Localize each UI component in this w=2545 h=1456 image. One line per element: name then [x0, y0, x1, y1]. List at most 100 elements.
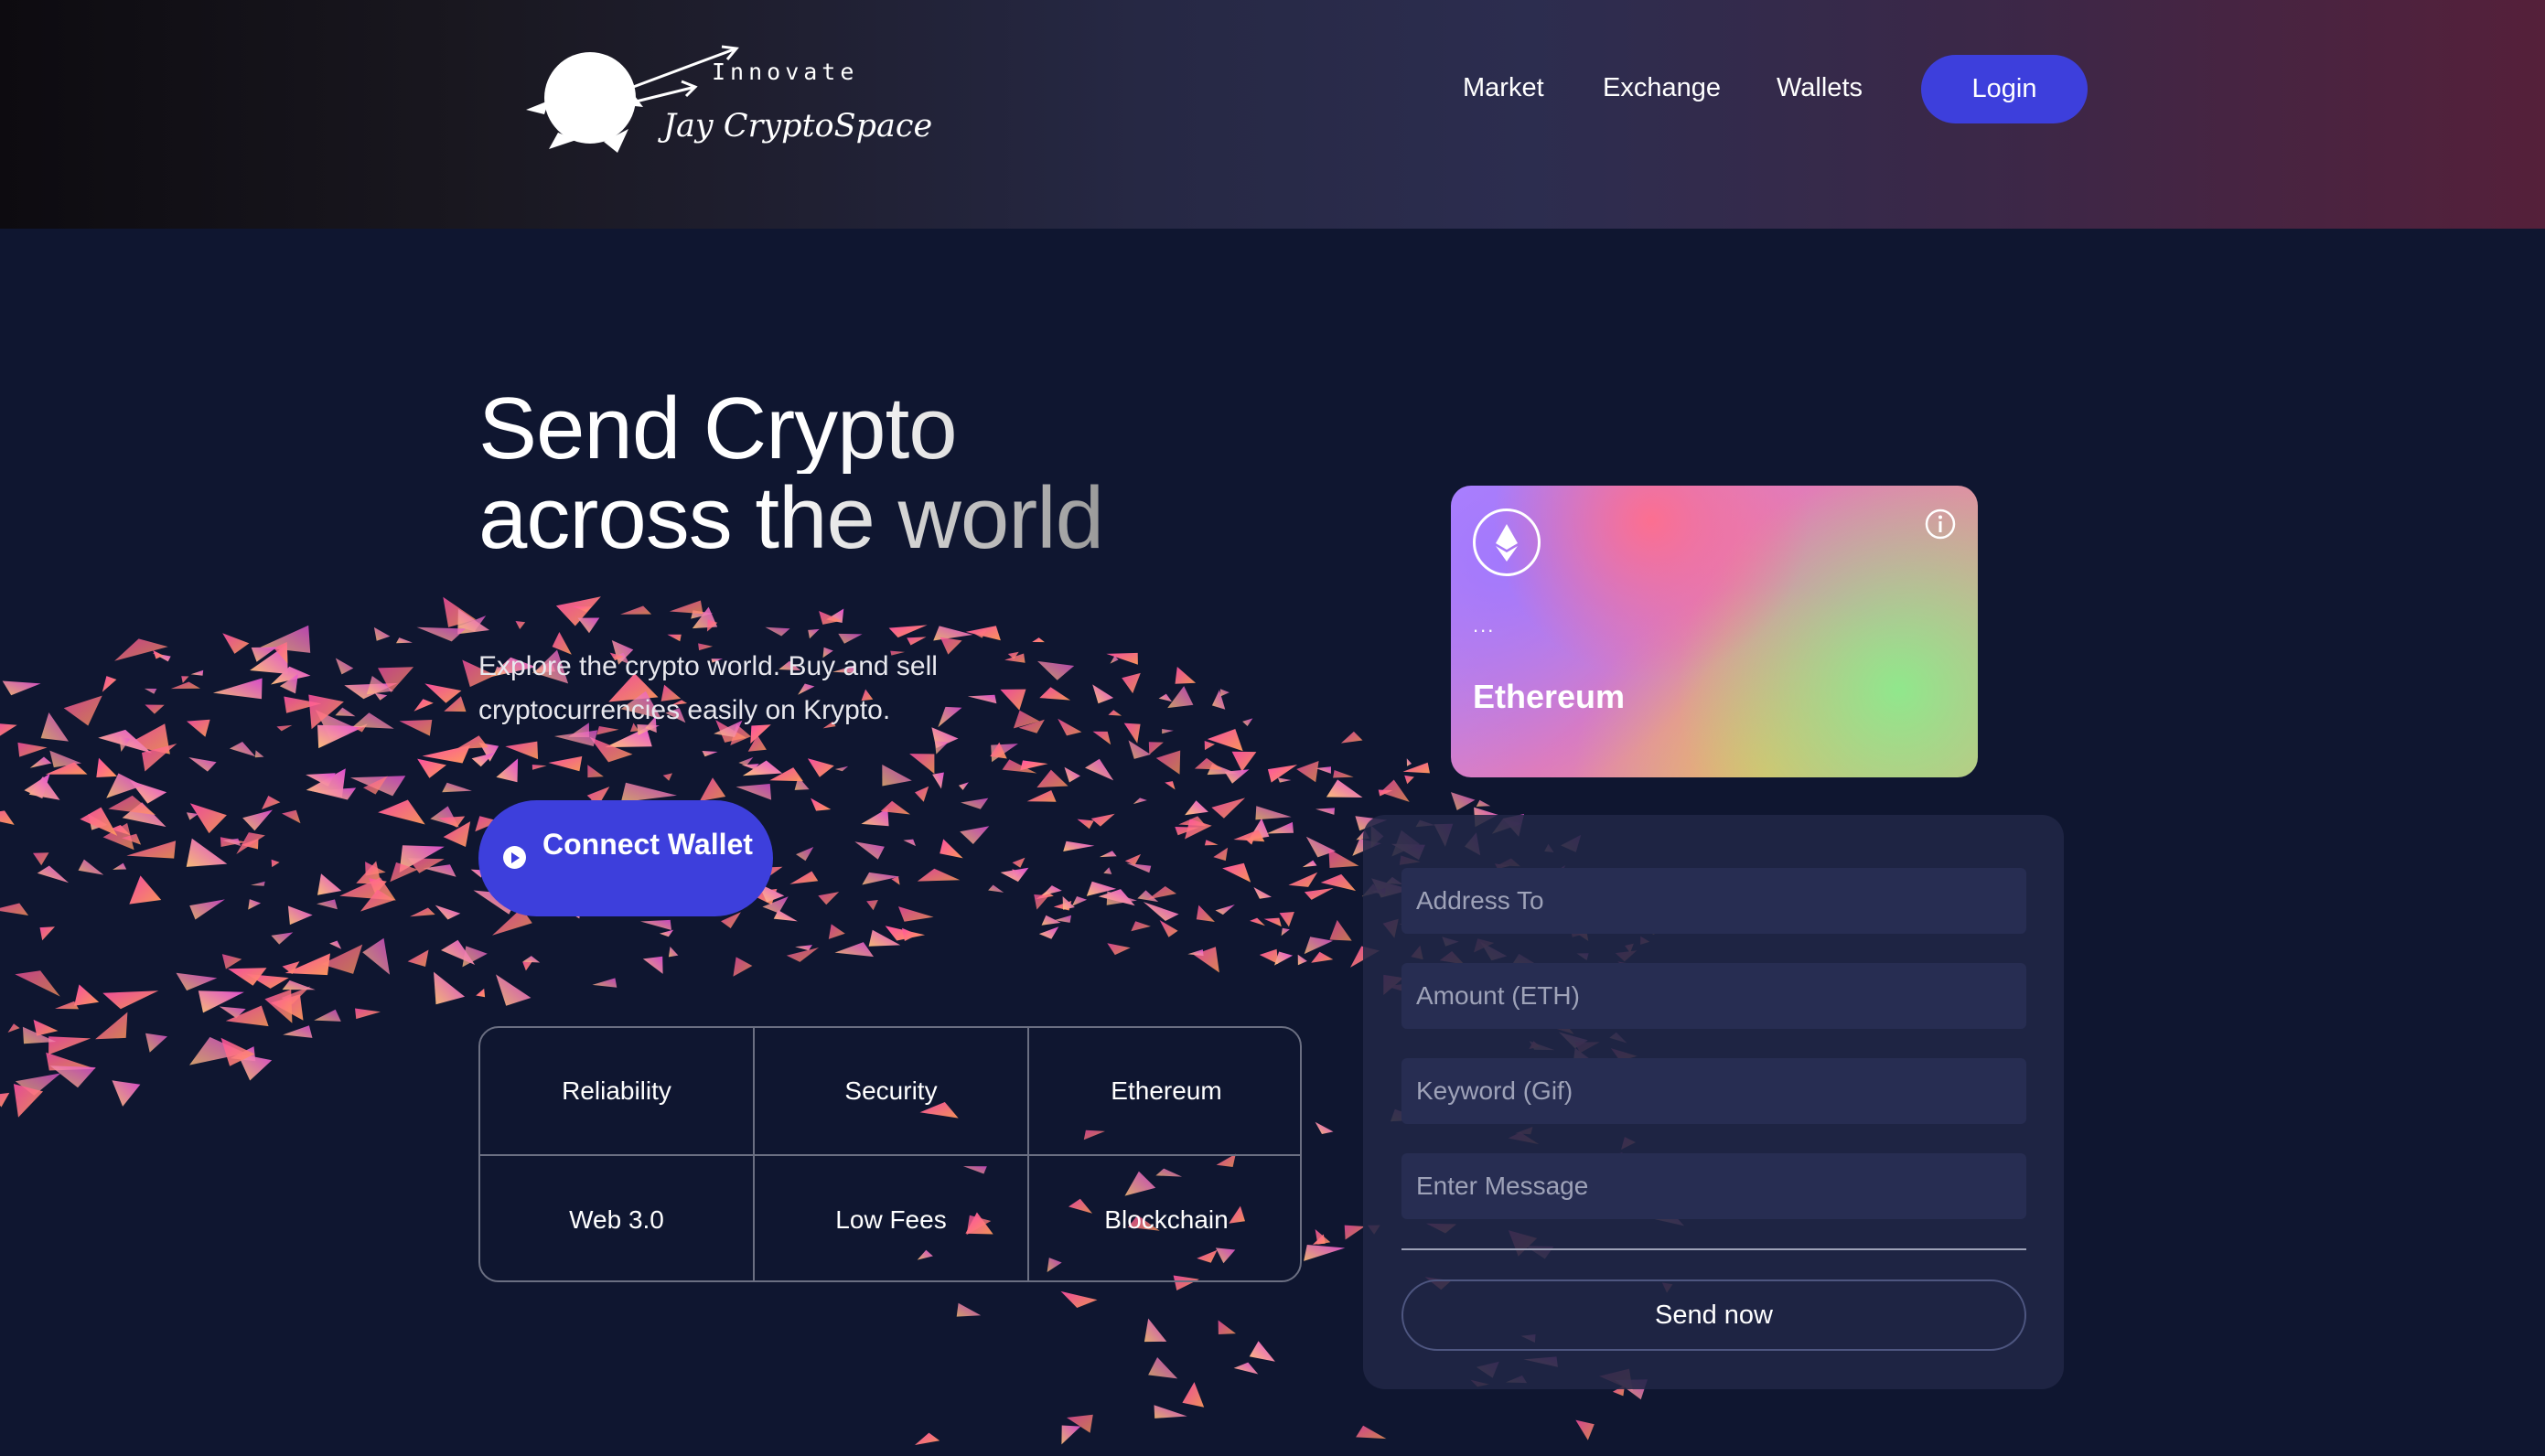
particle	[1279, 912, 1294, 927]
particle	[765, 626, 790, 637]
particle	[1224, 769, 1250, 784]
particle	[659, 929, 674, 937]
particle	[640, 919, 671, 930]
particle	[413, 699, 434, 712]
feature-low-fees: Low Fees	[755, 1156, 1029, 1280]
particle	[471, 752, 495, 767]
particle	[176, 972, 218, 991]
particle	[1144, 1318, 1167, 1343]
particle	[102, 676, 117, 692]
particle	[188, 757, 217, 772]
particle	[314, 1009, 341, 1022]
particle	[262, 796, 281, 810]
particle	[396, 637, 413, 644]
particle	[1064, 766, 1080, 783]
particle	[476, 988, 486, 998]
particle	[795, 945, 812, 951]
particle	[933, 626, 973, 641]
particle	[374, 692, 388, 701]
particle	[282, 809, 301, 824]
particle	[1187, 949, 1204, 957]
particle	[189, 803, 227, 834]
particle	[522, 956, 541, 963]
particle	[80, 807, 118, 836]
particle	[1451, 792, 1476, 810]
particle	[818, 892, 840, 905]
login-button[interactable]: Login	[1921, 55, 2088, 123]
particle	[63, 695, 102, 726]
particle	[854, 841, 885, 860]
particle	[1148, 742, 1164, 755]
particle	[189, 899, 225, 920]
send-form: Send now	[1363, 815, 2064, 1389]
particle	[1077, 819, 1094, 830]
particle	[7, 1023, 20, 1033]
info-icon[interactable]	[1924, 508, 1957, 541]
particle	[1158, 693, 1173, 702]
particle	[276, 724, 293, 732]
particle	[834, 942, 874, 958]
particle	[1213, 847, 1229, 862]
particle	[1320, 873, 1357, 892]
particle	[1085, 758, 1114, 781]
feature-web3: Web 3.0	[480, 1156, 755, 1280]
amount-input[interactable]	[1401, 963, 2026, 1029]
particle	[577, 617, 600, 634]
particle	[1297, 954, 1307, 966]
particle	[1249, 1341, 1275, 1362]
particle	[888, 625, 928, 638]
particle	[1304, 888, 1334, 900]
particle	[1103, 867, 1112, 874]
particle	[789, 871, 819, 884]
particle	[186, 812, 199, 820]
message-input[interactable]	[1401, 1153, 2026, 1219]
particle	[1012, 857, 1026, 868]
particle	[1099, 851, 1117, 858]
particle	[902, 927, 918, 941]
particle	[170, 681, 200, 690]
particle	[1259, 948, 1279, 965]
keyword-input[interactable]	[1401, 1058, 2026, 1124]
particle	[96, 757, 117, 777]
particle	[1315, 766, 1331, 774]
particle	[1196, 905, 1215, 922]
particle	[1333, 770, 1354, 778]
particle	[221, 954, 242, 969]
address-input[interactable]	[1401, 868, 2026, 934]
particle	[1277, 777, 1292, 783]
particle	[29, 756, 52, 768]
particle	[838, 633, 863, 644]
network-name: Ethereum	[1473, 678, 1626, 715]
connect-wallet-button[interactable]: Connect Wallet	[478, 800, 773, 916]
hero-title-line2: across the world	[478, 469, 1104, 567]
particle	[1165, 781, 1176, 790]
particle	[410, 907, 435, 917]
particle	[317, 899, 338, 910]
particle	[0, 903, 29, 915]
particle	[1182, 1382, 1205, 1408]
features-grid: Reliability Security Ethereum Web 3.0 Lo…	[478, 1026, 1302, 1282]
particle	[1062, 896, 1075, 910]
send-now-button[interactable]: Send now	[1401, 1279, 2026, 1351]
nav-wallets-link[interactable]: Wallets	[1777, 73, 1863, 103]
particle	[961, 798, 989, 809]
particle	[1185, 800, 1208, 816]
particle	[0, 723, 17, 736]
particle	[1026, 790, 1057, 802]
particle	[505, 741, 539, 760]
particle	[1406, 758, 1412, 766]
particle	[1108, 710, 1122, 716]
nav-market-link[interactable]: Market	[1463, 73, 1544, 103]
particle	[548, 755, 583, 772]
particle	[264, 989, 293, 1023]
particle	[1204, 741, 1215, 751]
nav-exchange-link[interactable]: Exchange	[1603, 73, 1721, 103]
particle	[40, 712, 69, 742]
particle	[1356, 1425, 1387, 1440]
particle	[1315, 1229, 1331, 1245]
particle	[1034, 894, 1049, 910]
particle	[1038, 926, 1059, 939]
particle	[114, 638, 168, 661]
particle	[1326, 779, 1363, 798]
particle	[407, 949, 429, 967]
